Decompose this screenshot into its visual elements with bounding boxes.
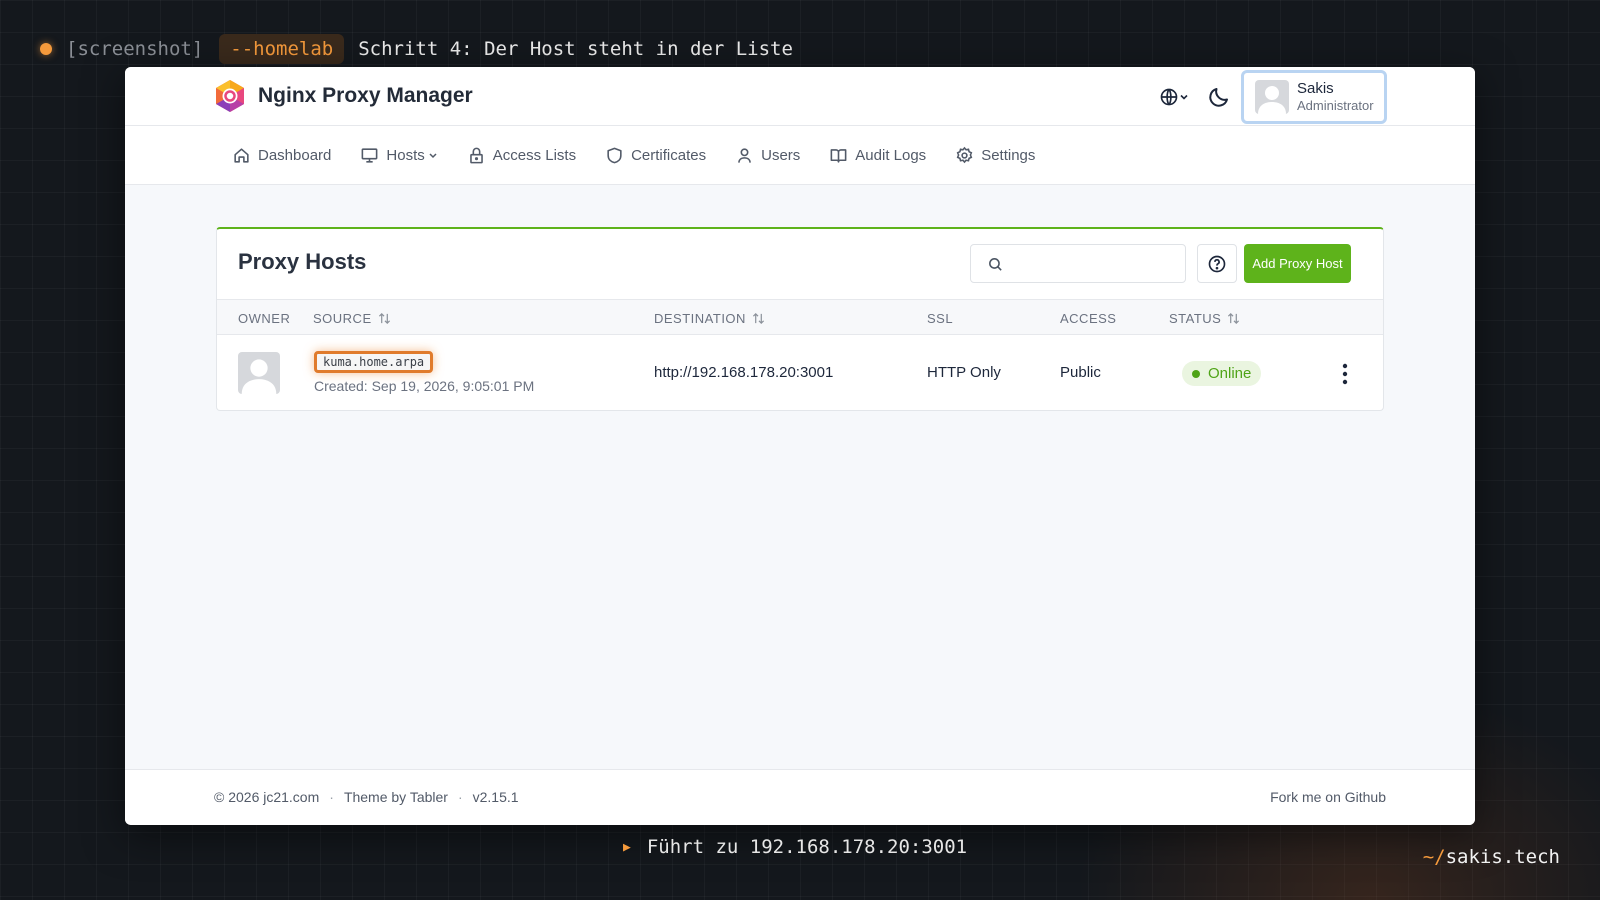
main-nav: Dashboard Hosts Access Lists Certificate… <box>125 126 1475 185</box>
nav-item-audit-logs[interactable]: Audit Logs <box>829 146 926 165</box>
top-header: Nginx Proxy Manager Sakis Administrator <box>125 67 1475 126</box>
lock-icon <box>469 147 483 163</box>
brandmark-prefix: ~/ <box>1422 846 1446 868</box>
nav-item-settings[interactable]: Settings <box>955 146 1035 165</box>
avatar <box>1255 80 1289 114</box>
nav-label: Users <box>761 146 801 164</box>
column-source[interactable]: SOURCE <box>313 311 391 326</box>
nav-item-dashboard[interactable]: Dashboard <box>232 146 331 165</box>
sort-icon <box>1228 313 1240 324</box>
app-logo-icon <box>216 80 244 112</box>
user-avatar-icon <box>241 359 277 394</box>
table-row: kuma.home.arpa Created: Sep 19, 2026, 9:… <box>217 335 1383 411</box>
shield-icon <box>607 147 622 163</box>
source-domain[interactable]: kuma.home.arpa <box>314 351 434 373</box>
nav-item-certificates[interactable]: Certificates <box>605 146 706 165</box>
user-role: Administrator <box>1297 98 1374 113</box>
access-value: Public <box>1060 364 1101 381</box>
nav-item-hosts[interactable]: Hosts <box>360 146 437 165</box>
row-actions-button[interactable] <box>1337 361 1353 387</box>
app-window: Nginx Proxy Manager Sakis Administrator <box>125 67 1475 825</box>
help-button[interactable] <box>1197 244 1237 283</box>
nav-label: Hosts <box>386 146 425 164</box>
user-menu[interactable]: Sakis Administrator <box>1241 70 1387 124</box>
footer: © 2026 jc21.com · Theme by Tabler · v2.1… <box>125 769 1475 825</box>
card-header: Proxy Hosts Add Proxy Host <box>217 229 1383 300</box>
status-label: Online <box>1208 365 1252 382</box>
created-date: Created: Sep 19, 2026, 9:05:01 PM <box>314 378 535 394</box>
destination-url: http://192.168.178.20:3001 <box>654 364 834 381</box>
column-access: ACCESS <box>1060 311 1116 326</box>
nav-item-users[interactable]: Users <box>735 146 800 165</box>
status-dot-icon <box>40 43 52 55</box>
column-label: ACCESS <box>1060 311 1117 326</box>
footer-separator: · <box>329 789 334 805</box>
caption-title: Schritt 4: Der Host steht in der Liste <box>358 38 793 60</box>
nav-label: Certificates <box>631 146 707 164</box>
table-header: OWNER SOURCE DESTINATION SSL ACCESS STAT… <box>217 300 1383 335</box>
gear-icon <box>956 146 973 163</box>
book-icon <box>830 148 847 163</box>
footer-github-link[interactable]: Fork me on Github <box>1270 789 1386 805</box>
nav-label: Access Lists <box>492 146 577 164</box>
footer-version[interactable]: v2.15.1 <box>473 789 519 805</box>
user-avatar-icon <box>1258 86 1286 114</box>
search-input[interactable] <box>1015 251 1175 277</box>
avatar <box>238 352 280 394</box>
status-dot-icon <box>1192 369 1200 378</box>
column-label: SOURCE <box>313 311 372 326</box>
user-info: Sakis Administrator <box>1297 80 1374 114</box>
caption-pill: --homelab <box>219 34 345 64</box>
column-destination[interactable]: DESTINATION <box>654 311 765 326</box>
footer-separator: · <box>457 789 463 805</box>
moon-icon <box>1209 88 1228 107</box>
help-circle-icon <box>1208 255 1226 272</box>
page-title: Proxy Hosts <box>238 249 367 274</box>
sub-caption-text: Führt zu 192.168.178.20:3001 <box>646 836 968 858</box>
column-label: DESTINATION <box>654 311 746 326</box>
user-name: Sakis <box>1297 80 1334 97</box>
footer-copyright[interactable]: © 2026 jc21.com <box>214 789 319 805</box>
caption-tag: [screenshot] <box>66 38 204 60</box>
app-title: Nginx Proxy Manager <box>258 84 473 107</box>
column-status[interactable]: STATUS <box>1169 311 1240 326</box>
globe-icon <box>1160 88 1178 106</box>
nav-item-access-lists[interactable]: Access Lists <box>467 146 576 165</box>
column-label: STATUS <box>1169 311 1222 326</box>
column-ssl: SSL <box>927 311 953 326</box>
column-owner: OWNER <box>238 311 290 326</box>
sub-caption: ▶ Führt zu 192.168.178.20:3001 <box>623 836 967 858</box>
column-label: SSL <box>927 311 954 326</box>
status-badge: Online <box>1182 361 1262 386</box>
theme-toggle[interactable] <box>1207 85 1231 109</box>
home-icon <box>234 147 249 163</box>
sort-icon <box>378 313 390 324</box>
language-switcher[interactable] <box>1159 87 1189 107</box>
add-proxy-host-button[interactable]: Add Proxy Host <box>1244 244 1351 283</box>
header-actions: Sakis Administrator <box>1159 69 1387 125</box>
user-icon <box>738 147 751 163</box>
brandmark-site: sakis.tech <box>1445 846 1560 868</box>
chevron-down-icon <box>429 153 437 159</box>
sort-icon <box>752 313 764 324</box>
nav-label: Audit Logs <box>855 146 927 164</box>
monitor-icon <box>361 147 378 163</box>
search-icon <box>989 258 1002 271</box>
brand[interactable]: Nginx Proxy Manager <box>214 79 473 113</box>
play-arrow-icon: ▶ <box>623 839 631 855</box>
more-vertical-icon <box>1342 363 1348 385</box>
ssl-value: HTTP Only <box>927 364 1001 381</box>
nav-label: Settings <box>981 146 1036 164</box>
proxy-hosts-card: Proxy Hosts Add Proxy Host OWNER SOURCE … <box>216 227 1384 411</box>
nav-label: Dashboard <box>258 146 332 164</box>
footer-theme-link[interactable]: Theme by Tabler <box>344 789 448 805</box>
screenshot-caption: [screenshot] --homelab Schritt 4: Der Ho… <box>40 34 793 64</box>
search-box <box>970 244 1186 283</box>
chevron-down-icon <box>1180 94 1188 100</box>
column-label: OWNER <box>238 311 291 326</box>
site-brandmark: ~/sakis.tech <box>1423 846 1560 868</box>
